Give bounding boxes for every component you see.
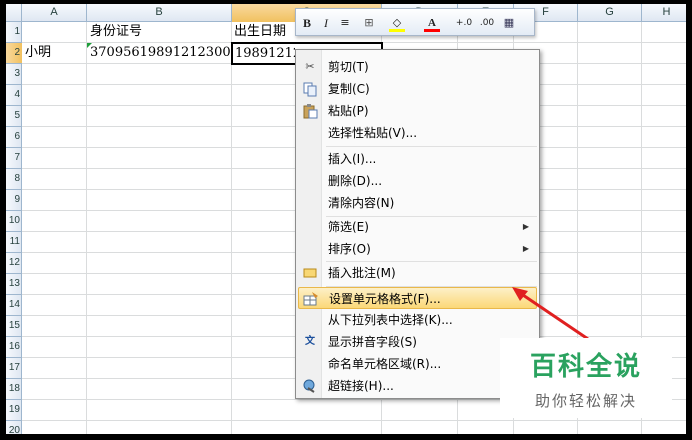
- row-header[interactable]: 2: [6, 43, 22, 64]
- column-header-b[interactable]: B: [87, 4, 232, 22]
- menu-separator: [326, 146, 537, 147]
- paste-icon: [302, 103, 318, 119]
- column-header-a[interactable]: A: [22, 4, 87, 22]
- menu-item-paste[interactable]: 粘贴(P): [298, 100, 537, 122]
- increase-decimal-icon[interactable]: +.0: [454, 13, 474, 33]
- excel-window: A B C D E F G H 1 2 3 4 5 6 7 8 9 10 11 …: [6, 4, 686, 434]
- watermark-logo: 百科全说 助你轻松解决: [500, 338, 672, 418]
- copy-icon: [302, 81, 318, 97]
- row-header[interactable]: 14: [6, 295, 22, 316]
- watermark-title: 百科全说: [529, 352, 642, 382]
- fill-color-button[interactable]: ◇: [386, 13, 408, 33]
- font-color-icon: A: [428, 17, 436, 29]
- menu-item-clear-contents[interactable]: 清除内容(N): [298, 192, 537, 214]
- column-header-g[interactable]: G: [578, 4, 642, 22]
- font-color-bar: [424, 29, 440, 32]
- row-header[interactable]: 17: [6, 358, 22, 379]
- row-header[interactable]: 11: [6, 232, 22, 253]
- align-center-icon[interactable]: ≡: [337, 13, 353, 33]
- menu-item-sort[interactable]: 排序(O) ▶: [298, 238, 537, 260]
- row-header[interactable]: 8: [6, 169, 22, 190]
- row-header[interactable]: 10: [6, 211, 22, 232]
- menu-item-pick-from-list[interactable]: 从下拉列表中选择(K)...: [298, 309, 537, 331]
- menu-item-insert[interactable]: 插入(I)...: [298, 148, 537, 170]
- format-painter-icon[interactable]: ▦: [500, 13, 518, 33]
- select-all-corner[interactable]: [6, 4, 22, 22]
- row-header[interactable]: 20: [6, 421, 22, 434]
- row-header[interactable]: 6: [6, 127, 22, 148]
- row-header[interactable]: 4: [6, 85, 22, 106]
- row-header[interactable]: 1: [6, 22, 22, 43]
- row-header[interactable]: 19: [6, 400, 22, 421]
- menu-item-filter[interactable]: 筛选(E) ▶: [298, 216, 537, 238]
- row-header[interactable]: 7: [6, 148, 22, 169]
- row-header[interactable]: 3: [6, 64, 22, 85]
- menu-item-insert-comment[interactable]: 插入批注(M): [298, 262, 537, 284]
- row-header[interactable]: 9: [6, 190, 22, 211]
- cell-c2[interactable]: 19891212: [235, 44, 295, 64]
- menu-item-format-cells[interactable]: 设置单元格格式(F)...: [298, 287, 537, 309]
- mini-toolbar: B I ≡ ⊞ ◇ A +.0 .00 ▦: [295, 8, 535, 36]
- watermark-subtitle: 助你轻松解决: [534, 392, 637, 410]
- italic-button[interactable]: I: [318, 13, 334, 33]
- column-header-h[interactable]: H: [642, 4, 686, 22]
- row-header[interactable]: 16: [6, 337, 22, 358]
- borders-icon[interactable]: ⊞: [358, 13, 380, 33]
- submenu-arrow-icon: ▶: [522, 222, 529, 231]
- row-header[interactable]: 12: [6, 253, 22, 274]
- row-header[interactable]: 15: [6, 316, 22, 337]
- bold-button[interactable]: B: [299, 13, 315, 33]
- cell-a2[interactable]: 小明: [25, 43, 85, 63]
- row-header[interactable]: 18: [6, 379, 22, 400]
- fill-color-bar: [389, 29, 405, 32]
- submenu-arrow-icon: ▶: [522, 244, 529, 253]
- cell-b1[interactable]: 身份证号: [90, 22, 230, 42]
- row-header[interactable]: 13: [6, 274, 22, 295]
- format-cells-icon: [303, 291, 319, 307]
- fill-bucket-icon: ◇: [392, 16, 402, 29]
- menu-item-paste-special[interactable]: 选择性粘贴(V)...: [298, 122, 537, 144]
- phonetic-icon: 文: [305, 336, 315, 347]
- menu-item-delete[interactable]: 删除(D)...: [298, 170, 537, 192]
- scissors-icon: ✂: [305, 60, 315, 73]
- menu-item-copy[interactable]: 复制(C): [298, 78, 537, 100]
- comment-icon: [302, 265, 318, 281]
- font-color-button[interactable]: A: [421, 13, 443, 33]
- decrease-decimal-icon[interactable]: .00: [477, 13, 497, 33]
- hyperlink-icon: [302, 378, 318, 394]
- menu-item-cut[interactable]: ✂ 剪切(T): [298, 56, 537, 78]
- cell-b2[interactable]: 370956198912123000: [90, 43, 230, 63]
- row-header[interactable]: 5: [6, 106, 22, 127]
- row-header-bar: 1 2 3 4 5 6 7 8 9 10 11 12 13 14 15 16 1…: [6, 22, 22, 434]
